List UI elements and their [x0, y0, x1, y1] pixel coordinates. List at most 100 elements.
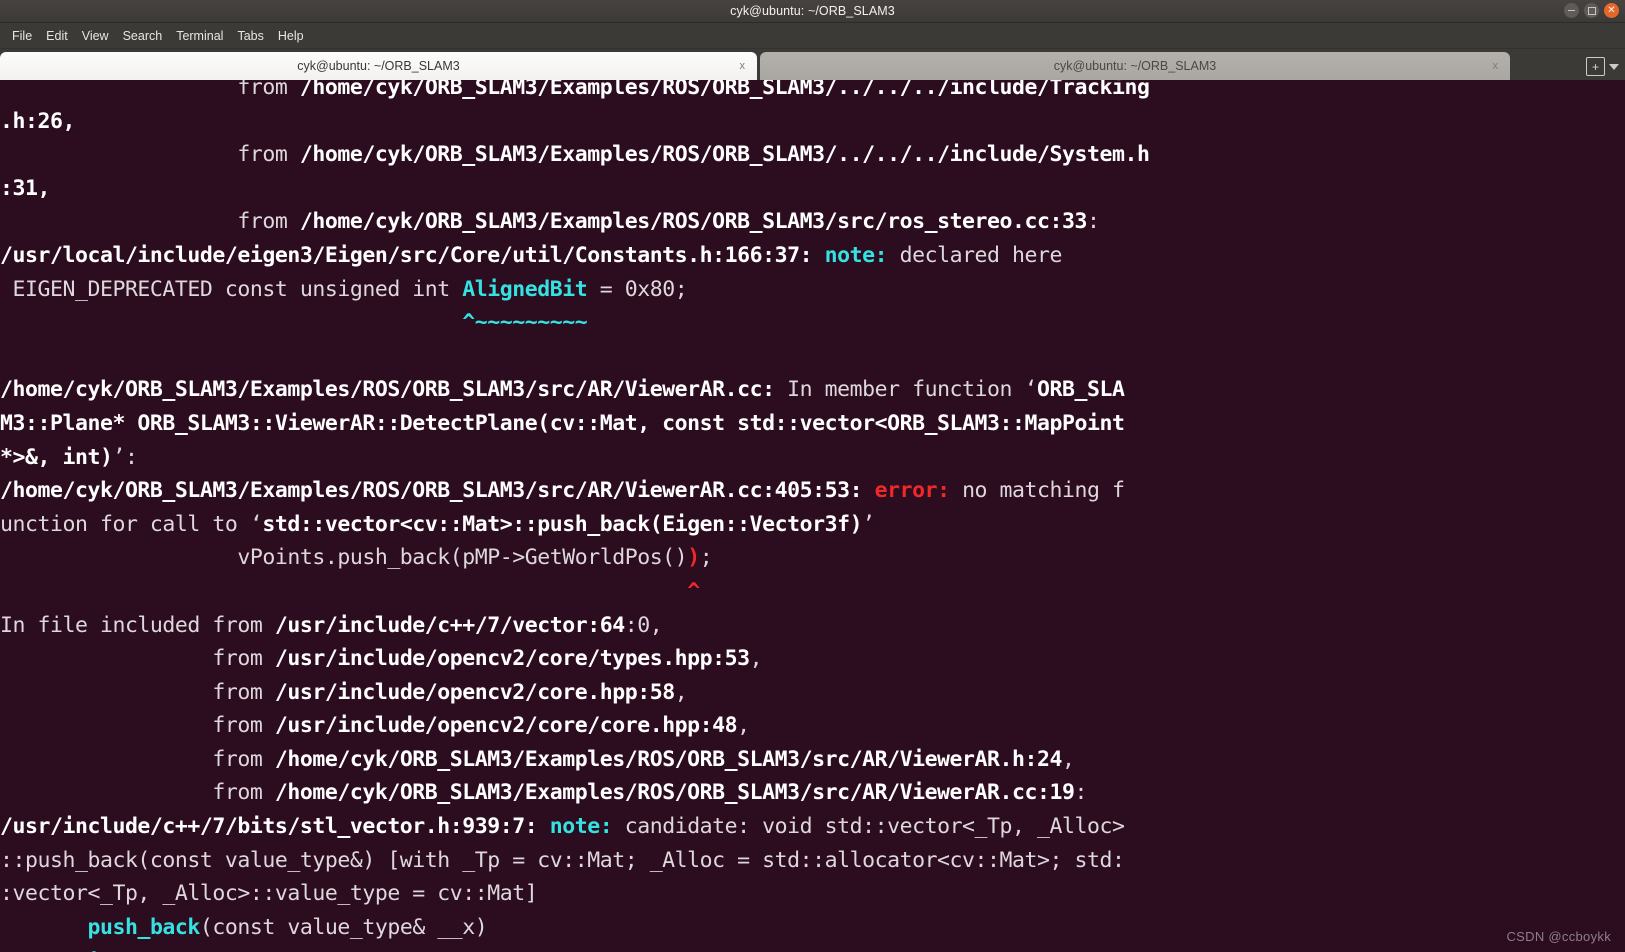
tab-close-icon[interactable]: x	[1493, 60, 1499, 72]
terminal-line: from /usr/include/opencv2/core.hpp:58,	[0, 676, 1149, 710]
terminal-span: :	[1074, 780, 1088, 806]
terminal-span: /home/cyk/ORB_SLAM3/Examples/ROS/ORB_SLA…	[299, 209, 1088, 235]
terminal-span	[0, 579, 687, 604]
terminal-span: ^~~~~~~~~~	[462, 310, 588, 336]
tab-label: cyk@ubuntu: ~/ORB_SLAM3	[1053, 59, 1217, 73]
terminal-span: ^~~~~~~~~	[87, 948, 200, 952]
new-tab-icon[interactable]: +	[1586, 57, 1605, 76]
tab-bar: cyk@ubuntu: ~/ORB_SLAM3 x cyk@ubuntu: ~/…	[0, 49, 1625, 80]
terminal-text: from /home/cyk/ORB_SLAM3/Examples/ROS/OR…	[0, 80, 1150, 952]
terminal-span: In file included from	[0, 612, 275, 638]
window-title: cyk@ubuntu: ~/ORB_SLAM3	[730, 4, 895, 18]
tab-terminal-1[interactable]: cyk@ubuntu: ~/ORB_SLAM3 x	[0, 52, 757, 80]
terminal-span: ’:	[112, 444, 138, 470]
terminal-span: AlignedBit	[462, 276, 588, 302]
terminal-line: *>&, int)’:	[0, 441, 1149, 475]
terminal-span: note:	[824, 242, 900, 268]
menu-item-file[interactable]: File	[5, 27, 39, 45]
menu-item-terminal[interactable]: Terminal	[169, 27, 230, 45]
terminal-span: ;	[699, 545, 713, 571]
terminal-span: from	[237, 80, 300, 100]
terminal-span: error:	[874, 478, 963, 504]
tab-terminal-2[interactable]: cyk@ubuntu: ~/ORB_SLAM3 x	[760, 52, 1510, 80]
terminal-line: EIGEN_DEPRECATED const unsigned int Alig…	[0, 273, 1149, 307]
terminal-span	[0, 80, 237, 100]
terminal-span: /usr/include/opencv2/core/types.hpp:53	[274, 646, 750, 672]
terminal-span: ::push_back(const value_type&) [with _Tp…	[0, 847, 1125, 873]
terminal-line: vPoints.push_back(pMP->GetWorldPos());	[0, 541, 1149, 575]
menu-item-view[interactable]: View	[75, 27, 116, 45]
terminal-line: from /usr/include/opencv2/core/core.hpp:…	[0, 709, 1149, 743]
terminal-span	[0, 209, 237, 234]
terminal-span: from	[0, 780, 275, 806]
close-button[interactable]: ✕	[1604, 3, 1619, 18]
terminal-span	[0, 142, 237, 167]
terminal-span: /usr/include/c++/7/bits/stl_vector.h:939…	[0, 814, 550, 840]
menu-item-edit[interactable]: Edit	[39, 27, 75, 45]
terminal-line: ^	[0, 575, 1149, 609]
terminal-span: /home/cyk/ORB_SLAM3/Examples/ROS/ORB_SLA…	[0, 377, 775, 403]
terminal-line: In file included from /usr/include/c++/7…	[0, 609, 1149, 643]
terminal-span: note:	[549, 814, 625, 840]
terminal-span: declared here	[899, 242, 1063, 268]
terminal-span: )	[687, 545, 700, 571]
terminal-span: from	[0, 679, 275, 705]
terminal-output[interactable]: from /home/cyk/ORB_SLAM3/Examples/ROS/OR…	[0, 80, 1625, 952]
terminal-span: ,	[737, 713, 750, 739]
terminal-line: /home/cyk/ORB_SLAM3/Examples/ROS/ORB_SLA…	[0, 474, 1149, 508]
terminal-span: push_back	[87, 914, 200, 940]
terminal-span: /usr/include/opencv2/core/core.hpp:48	[274, 713, 738, 739]
terminal-line: from /usr/include/opencv2/core/types.hpp…	[0, 642, 1149, 676]
terminal-span: from	[0, 646, 275, 672]
terminal-line: from /home/cyk/ORB_SLAM3/Examples/ROS/OR…	[0, 743, 1149, 777]
chevron-down-icon[interactable]	[1609, 63, 1619, 70]
terminal-span: unction for call to ‘	[0, 511, 263, 537]
terminal-span: M3::Plane* ORB_SLAM3::ViewerAR::DetectPl…	[0, 410, 1125, 436]
terminal-span: EIGEN_DEPRECATED const unsigned int	[0, 276, 463, 302]
maximize-button[interactable]	[1584, 3, 1599, 18]
terminal-span: /home/cyk/ORB_SLAM3/Examples/ROS/ORB_SLA…	[274, 746, 1063, 772]
terminal-line: /usr/local/include/eigen3/Eigen/src/Core…	[0, 239, 1149, 273]
terminal-span: candidate: void std::vector<_Tp, _Alloc>	[624, 814, 1125, 840]
terminal-line: ::push_back(const value_type&) [with _Tp…	[0, 844, 1149, 878]
minimize-button[interactable]	[1564, 3, 1579, 18]
terminal-span: /home/cyk/ORB_SLAM3/Examples/ROS/ORB_SLA…	[299, 142, 1150, 168]
terminal-span: /home/cyk/ORB_SLAM3/Examples/ROS/ORB_SLA…	[274, 780, 1075, 806]
menu-item-search[interactable]: Search	[116, 27, 170, 45]
tab-tools: +	[1580, 57, 1625, 80]
terminal-span: = 0x80;	[587, 276, 688, 302]
menu-item-help[interactable]: Help	[271, 27, 311, 45]
terminal-line: M3::Plane* ORB_SLAM3::ViewerAR::DetectPl…	[0, 407, 1149, 441]
terminal-span: .h:26,	[0, 108, 75, 134]
terminal-span	[0, 915, 87, 940]
terminal-span: /usr/local/include/eigen3/Eigen/src/Core…	[0, 242, 825, 268]
terminal-line: :31,	[0, 172, 1149, 206]
terminal-span: /home/cyk/ORB_SLAM3/Examples/ROS/ORB_SLA…	[0, 478, 875, 504]
terminal-span: no matching f	[962, 478, 1125, 504]
terminal-span: ,	[674, 679, 688, 705]
terminal-span: from	[237, 142, 300, 168]
terminal-line: /home/cyk/ORB_SLAM3/Examples/ROS/ORB_SLA…	[0, 373, 1149, 407]
terminal-line: /usr/include/c++/7/bits/stl_vector.h:939…	[0, 810, 1149, 844]
terminal-span: ’	[862, 511, 875, 537]
terminal-line: ^~~~~~~~~~	[0, 306, 1149, 340]
tab-label: cyk@ubuntu: ~/ORB_SLAM3	[297, 59, 460, 73]
tab-close-icon[interactable]: x	[740, 60, 746, 72]
terminal-span: :0,	[624, 612, 663, 638]
terminal-span: vPoints.push_back(pMP->GetWorldPos()	[0, 545, 688, 571]
terminal-line: ^~~~~~~~~	[0, 944, 1149, 952]
menu-bar: File Edit View Search Terminal Tabs Help	[0, 23, 1625, 49]
terminal-span: :vector<_Tp, _Alloc>::value_type = cv::M…	[0, 881, 538, 907]
terminal-span: from	[237, 209, 300, 235]
terminal-span: /usr/include/opencv2/core.hpp:58	[274, 679, 675, 705]
terminal-span	[0, 310, 462, 335]
terminal-span: std::vector<cv::Mat>::push_back(Eigen::V…	[262, 511, 863, 537]
terminal-span: :31,	[0, 175, 50, 201]
terminal-span: ,	[749, 646, 763, 672]
window-controls: ✕	[1564, 3, 1619, 18]
terminal-line: from /home/cyk/ORB_SLAM3/Examples/ROS/OR…	[0, 138, 1150, 172]
window-titlebar: cyk@ubuntu: ~/ORB_SLAM3 ✕	[0, 0, 1625, 23]
terminal-line: from /home/cyk/ORB_SLAM3/Examples/ROS/OR…	[0, 205, 1149, 239]
menu-item-tabs[interactable]: Tabs	[230, 27, 270, 45]
